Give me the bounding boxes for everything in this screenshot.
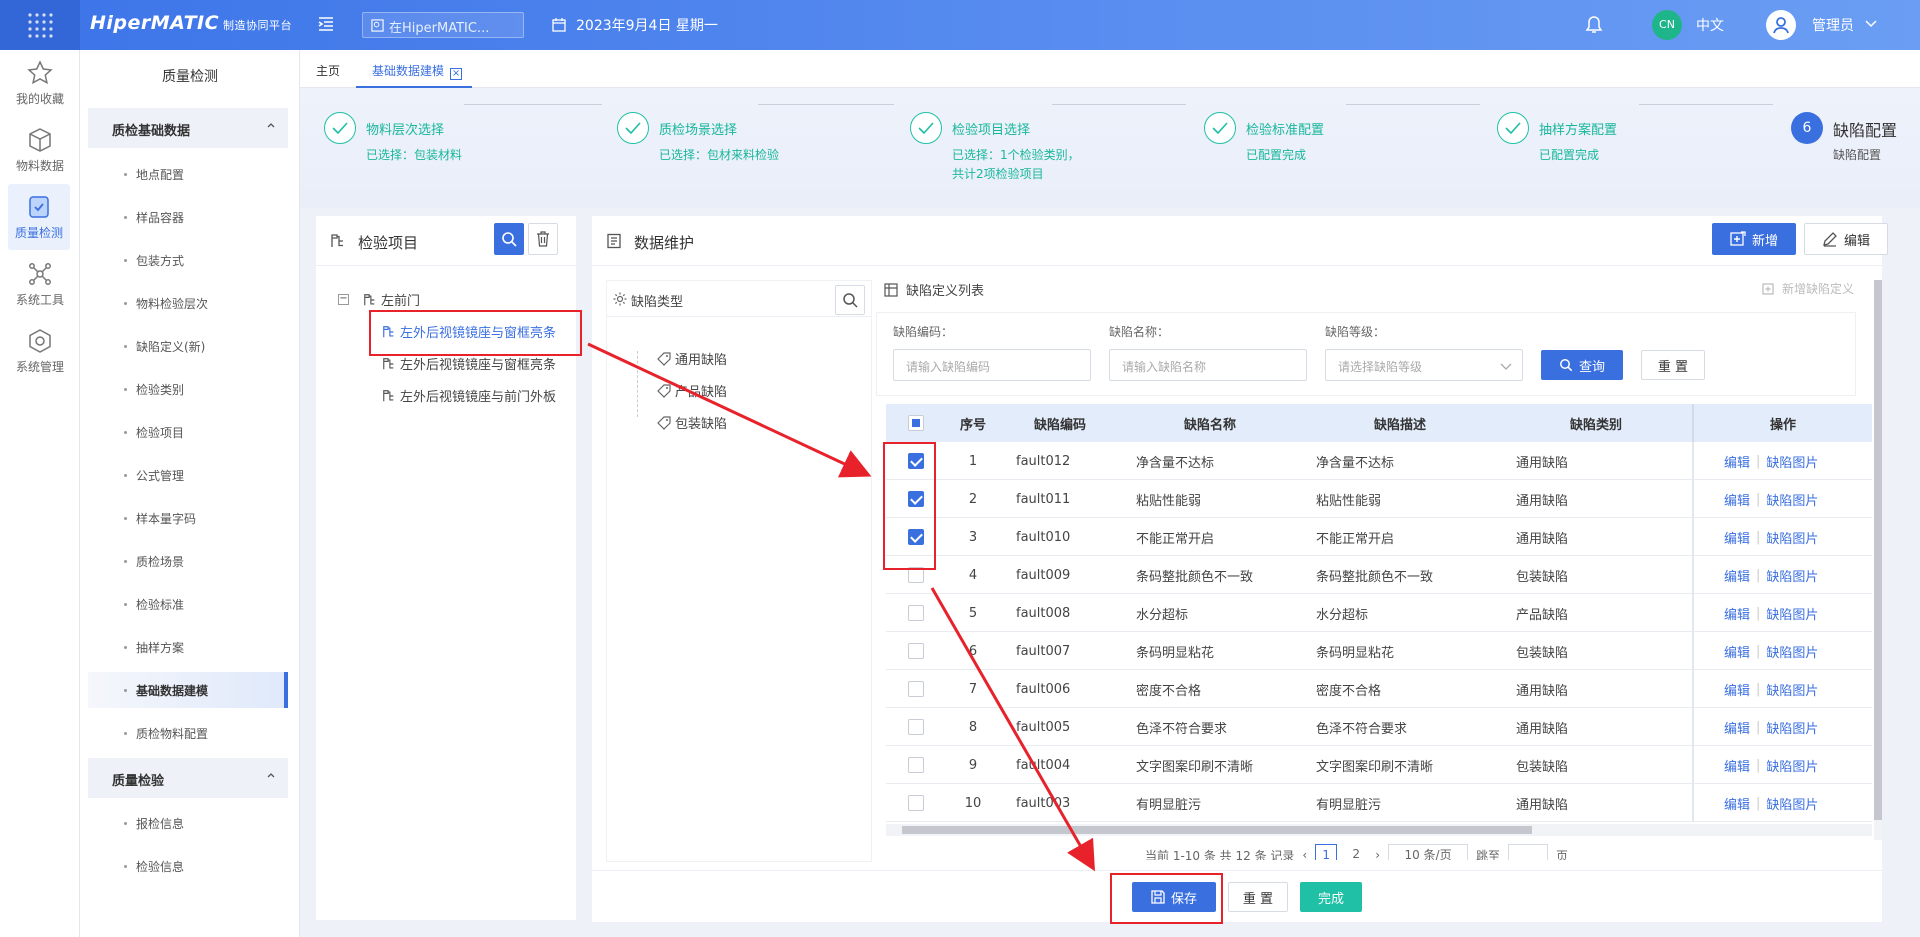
arrow-rows-to-save bbox=[930, 587, 1095, 872]
annotation-arrows bbox=[587, 342, 1095, 872]
arrow-tree-to-rows bbox=[587, 342, 872, 478]
